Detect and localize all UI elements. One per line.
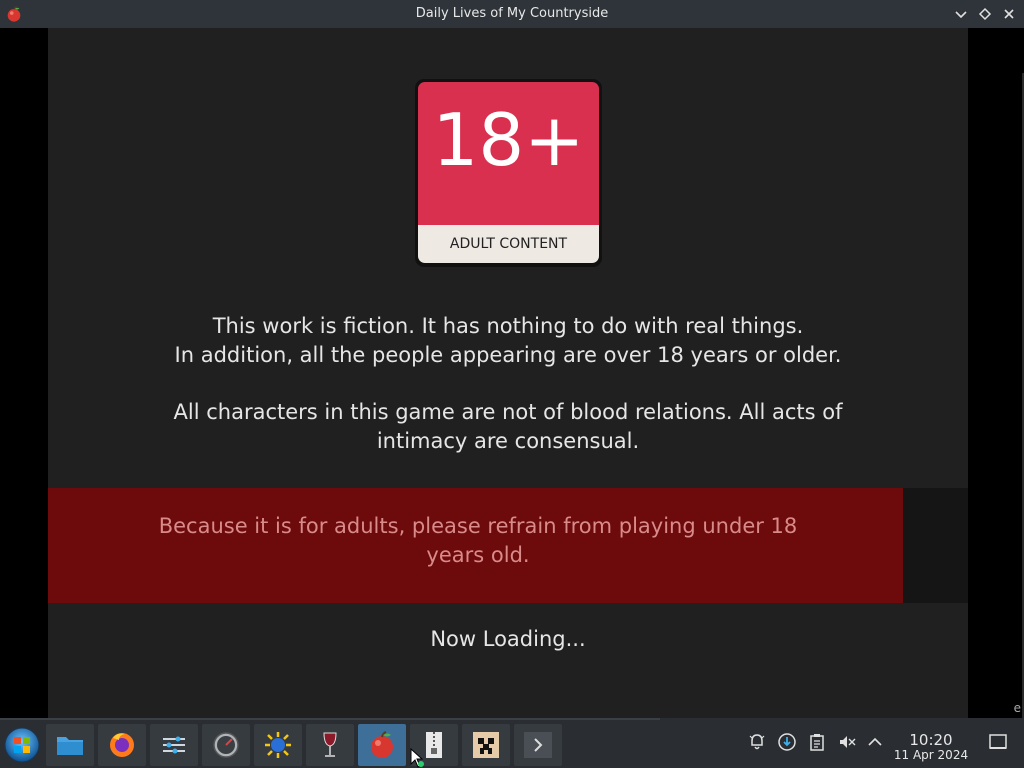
taskbar-divider: [0, 718, 660, 720]
sliders-icon: [163, 736, 185, 754]
edge-letter: e: [1013, 701, 1021, 715]
window-title: Daily Lives of My Countryside: [415, 6, 609, 21]
taskbar-firefox[interactable]: [98, 724, 146, 766]
age-warning-banner: Because it is for adults, please refrain…: [48, 488, 903, 603]
taskbar-speedometer[interactable]: [202, 724, 250, 766]
mouse-cursor-icon: [410, 748, 424, 768]
start-orb-icon[interactable]: [3, 726, 41, 764]
close-icon[interactable]: [1000, 5, 1018, 23]
clock-date[interactable]: 11 Apr 2024: [893, 748, 969, 762]
taskbar-wine[interactable]: [306, 724, 354, 766]
fiction-notice: This work is fiction. It has nothing to …: [48, 312, 968, 370]
terminal-icon: [524, 732, 552, 758]
relations-notice: All characters in this game are not of b…: [173, 400, 843, 453]
notice-line-2: In addition, all the people appearing ar…: [174, 343, 842, 367]
loading-text: Now Loading...: [430, 627, 586, 651]
firefox-icon: [110, 733, 134, 757]
clipboard-icon[interactable]: [807, 732, 827, 752]
banner-tail: [903, 488, 968, 603]
folder-icon: [57, 737, 83, 755]
taskbar-file-manager[interactable]: [46, 724, 94, 766]
window-titlebar[interactable]: Daily Lives of My Countryside: [0, 0, 1024, 28]
taskbar-terminal[interactable]: [514, 724, 562, 766]
creeper-icon: [473, 732, 499, 758]
age-rating-badge: 18+ ADULT CONTENT: [415, 79, 602, 267]
wine-glass-icon: [323, 732, 337, 757]
taskbar-sun-app[interactable]: [254, 724, 302, 766]
updates-icon[interactable]: [777, 732, 797, 752]
taskbar-game-window[interactable]: [358, 724, 406, 766]
gauge-icon: [213, 732, 239, 758]
volume-muted-icon[interactable]: [837, 732, 857, 752]
diamond-icon[interactable]: [976, 5, 994, 23]
taskbar: 10:20 11 Apr 2024: [0, 718, 1024, 768]
badge-number: 18+: [432, 98, 585, 182]
age-warning-text: Because it is for adults, please refrain…: [158, 514, 798, 567]
chevron-down-icon[interactable]: [952, 5, 970, 23]
chevron-up-icon[interactable]: [865, 732, 885, 752]
taskbar-minecraft[interactable]: [462, 724, 510, 766]
taskbar-settings[interactable]: [150, 724, 198, 766]
bell-icon[interactable]: [747, 732, 767, 752]
notice-line-1: This work is fiction. It has nothing to …: [212, 314, 804, 338]
game-canvas[interactable]: 18+ ADULT CONTENT This work is fiction. …: [48, 28, 968, 718]
desktop-icon[interactable]: [988, 732, 1008, 752]
sun-icon: [265, 732, 291, 758]
clock-time[interactable]: 10:20: [893, 731, 969, 749]
right-margin: e: [968, 28, 1024, 718]
badge-label: ADULT CONTENT: [449, 236, 568, 252]
apple-icon: [371, 731, 393, 758]
